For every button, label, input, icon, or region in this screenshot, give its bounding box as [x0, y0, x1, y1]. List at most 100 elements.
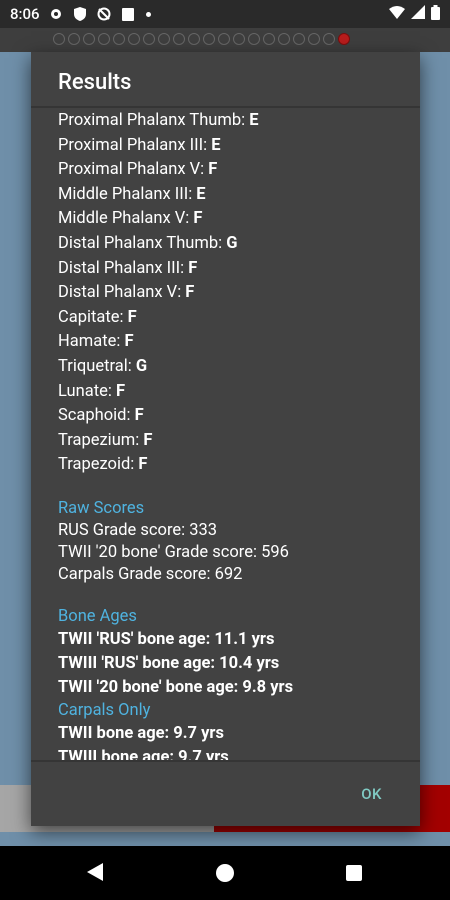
- grade-value: F: [143, 430, 153, 450]
- results-dialog: Results Proximal Phalanx Thumb: E Proxima…: [31, 52, 420, 826]
- twii-carpal-bone-age: TWII bone age: 9.7 yrs: [58, 723, 224, 743]
- grade-value: F: [124, 332, 134, 352]
- grade-label: Distal Phalanx Thumb:: [58, 233, 227, 253]
- carpals-grade-score: Carpals Grade score: 692: [58, 564, 243, 584]
- shield-icon: [72, 6, 88, 22]
- step-dot: [323, 33, 335, 45]
- status-time: 8:06: [10, 5, 40, 23]
- step-dot: [263, 33, 275, 45]
- twii-20-bone-grade-score: TWII '20 bone' Grade score: 596: [58, 542, 289, 562]
- twii-rus-bone-age: TWII 'RUS' bone age: 11.1 yrs: [58, 629, 275, 649]
- bone-ages-title: Bone Ages: [58, 606, 137, 626]
- recents-icon[interactable]: [346, 865, 362, 881]
- signal-icon: [411, 5, 425, 23]
- grade-value: F: [138, 455, 148, 475]
- grade-label: Trapezium:: [58, 430, 144, 450]
- grade-value: F: [193, 209, 203, 229]
- twiii-carpal-bone-age: TWIII bone age: 9.7 yrs: [58, 747, 229, 760]
- grade-row: Proximal Phalanx Thumb: E: [58, 109, 408, 134]
- step-dot: [308, 33, 320, 45]
- grade-label: Capitate:: [58, 307, 128, 327]
- carpals-only-title: Carpals Only: [58, 700, 151, 720]
- gear-icon: [48, 6, 64, 22]
- title-divider: [31, 106, 420, 108]
- ok-button[interactable]: OK: [361, 785, 382, 803]
- step-dot: [83, 33, 95, 45]
- step-dot: [98, 33, 110, 45]
- grade-row: Proximal Phalanx III: E: [58, 134, 408, 159]
- step-dot: [143, 33, 155, 45]
- grade-label: Distal Phalanx III:: [58, 258, 189, 278]
- grade-row: Trapezium: F: [58, 429, 408, 454]
- grade-value: E: [211, 135, 221, 155]
- step-dot: [68, 33, 80, 45]
- wifi-icon: [389, 5, 405, 23]
- grade-label: Scaphoid:: [58, 406, 135, 426]
- grade-value: F: [115, 381, 126, 401]
- step-dot: [113, 33, 125, 45]
- battery-icon: [431, 4, 440, 24]
- grade-value: F: [134, 406, 144, 426]
- step-dot: [188, 33, 200, 45]
- grade-row: Lunate: F: [58, 380, 408, 405]
- grade-row: Distal Phalanx Thumb: G: [58, 232, 408, 257]
- step-dot: [203, 33, 215, 45]
- grade-value: F: [208, 160, 218, 180]
- grade-label: Proximal Phalanx III:: [58, 135, 212, 155]
- step-dot: [248, 33, 260, 45]
- grade-row: Trapezoid: F: [58, 453, 408, 478]
- grade-row: Distal Phalanx V: F: [58, 281, 408, 306]
- grade-value: E: [249, 111, 259, 130]
- grade-value: F: [127, 307, 137, 327]
- step-progress-dots: [53, 33, 350, 45]
- grade-value: F: [185, 283, 195, 303]
- back-icon[interactable]: [87, 863, 103, 885]
- step-dot: [293, 33, 305, 45]
- grade-row: Capitate: F: [58, 306, 408, 331]
- step-dot: [53, 33, 65, 45]
- twiii-rus-bone-age: TWIII 'RUS' bone age: 10.4 yrs: [58, 653, 280, 673]
- status-bar: 8:06: [0, 0, 450, 28]
- grade-row: Scaphoid: F: [58, 404, 408, 429]
- grade-value: E: [196, 184, 206, 204]
- dialog-title: Results: [58, 70, 132, 95]
- step-dot: [218, 33, 230, 45]
- grade-row: Triquetral: G: [58, 355, 408, 380]
- grade-row: Distal Phalanx III: F: [58, 257, 408, 282]
- step-dot: [158, 33, 170, 45]
- grade-label: Middle Phalanx III:: [58, 184, 197, 204]
- grade-label: Trapezoid:: [58, 455, 139, 475]
- grade-label: Hamate:: [58, 332, 125, 352]
- step-dot: [173, 33, 185, 45]
- no-sync-icon: [96, 6, 112, 22]
- grade-row: Middle Phalanx III: E: [58, 183, 408, 208]
- home-icon[interactable]: [216, 864, 234, 882]
- grades-list: Proximal Phalanx Thumb: E Proximal Phalan…: [58, 109, 408, 478]
- grade-label: Proximal Phalanx V:: [58, 160, 209, 180]
- step-dot: [233, 33, 245, 45]
- twii-20-bone-bone-age: TWII '20 bone' bone age: 9.8 yrs: [58, 677, 294, 697]
- dot-icon: [145, 11, 151, 17]
- step-dot: [128, 33, 140, 45]
- clipboard-icon: [120, 6, 136, 22]
- grade-value: G: [226, 233, 238, 253]
- grade-row: Proximal Phalanx V: F: [58, 158, 408, 183]
- step-dot: [278, 33, 290, 45]
- grade-value: G: [135, 356, 148, 376]
- grade-label: Proximal Phalanx Thumb:: [58, 111, 250, 130]
- step-dot: [338, 33, 350, 45]
- results-content[interactable]: Proximal Phalanx Thumb: E Proximal Phalan…: [58, 109, 408, 760]
- grade-row: Middle Phalanx V: F: [58, 207, 408, 232]
- actions-divider: [31, 760, 420, 762]
- rus-grade-score: RUS Grade score: 333: [58, 520, 218, 540]
- grade-value: F: [188, 258, 198, 278]
- grade-label: Lunate:: [58, 381, 116, 401]
- navigation-bar: [0, 846, 450, 900]
- status-right-icons: [389, 4, 440, 24]
- grade-label: Distal Phalanx V:: [58, 283, 186, 303]
- grade-label: Triquetral:: [58, 356, 136, 376]
- grade-row: Hamate: F: [58, 330, 408, 355]
- grade-label: Middle Phalanx V:: [58, 209, 194, 229]
